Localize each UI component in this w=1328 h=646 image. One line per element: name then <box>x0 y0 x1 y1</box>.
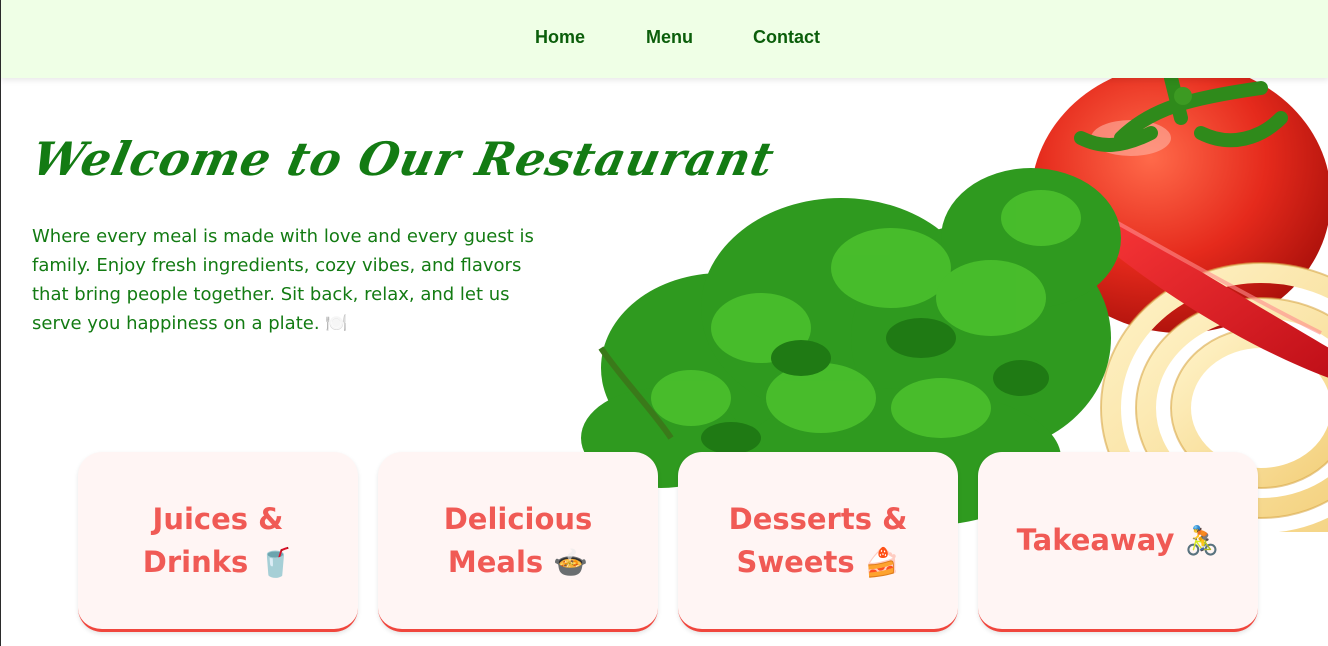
card-delicious-meals[interactable]: Delicious Meals 🍲 <box>378 452 658 632</box>
page: Home Menu Contact Welcome to Our Restaur… <box>0 0 1328 646</box>
card-label: Delicious Meals 🍲 <box>443 501 593 579</box>
hero-description: Where every meal is made with love and e… <box>32 226 534 334</box>
card-label: Juices & Drinks 🥤 <box>142 501 294 579</box>
card-label: Takeaway 🚴 <box>1016 523 1220 557</box>
cup-with-straw-icon: 🥤 <box>258 545 294 579</box>
nav-link-home[interactable]: Home <box>535 27 585 48</box>
shortcake-icon: 🍰 <box>864 545 900 579</box>
nav-link-contact[interactable]: Contact <box>753 27 820 48</box>
hero-title: Welcome to Our Restaurant <box>27 132 780 186</box>
card-label: Desserts & Sweets 🍰 <box>728 501 908 579</box>
top-navbar: Home Menu Contact <box>1 0 1328 78</box>
card-juices-drinks[interactable]: Juices & Drinks 🥤 <box>78 452 358 632</box>
nav-link-menu[interactable]: Menu <box>646 27 693 48</box>
card-takeaway[interactable]: Takeaway 🚴 <box>978 452 1258 632</box>
pot-of-food-icon: 🍲 <box>553 545 589 579</box>
bicyclist-icon: 🚴 <box>1184 524 1220 557</box>
card-desserts-sweets[interactable]: Desserts & Sweets 🍰 <box>678 452 958 632</box>
